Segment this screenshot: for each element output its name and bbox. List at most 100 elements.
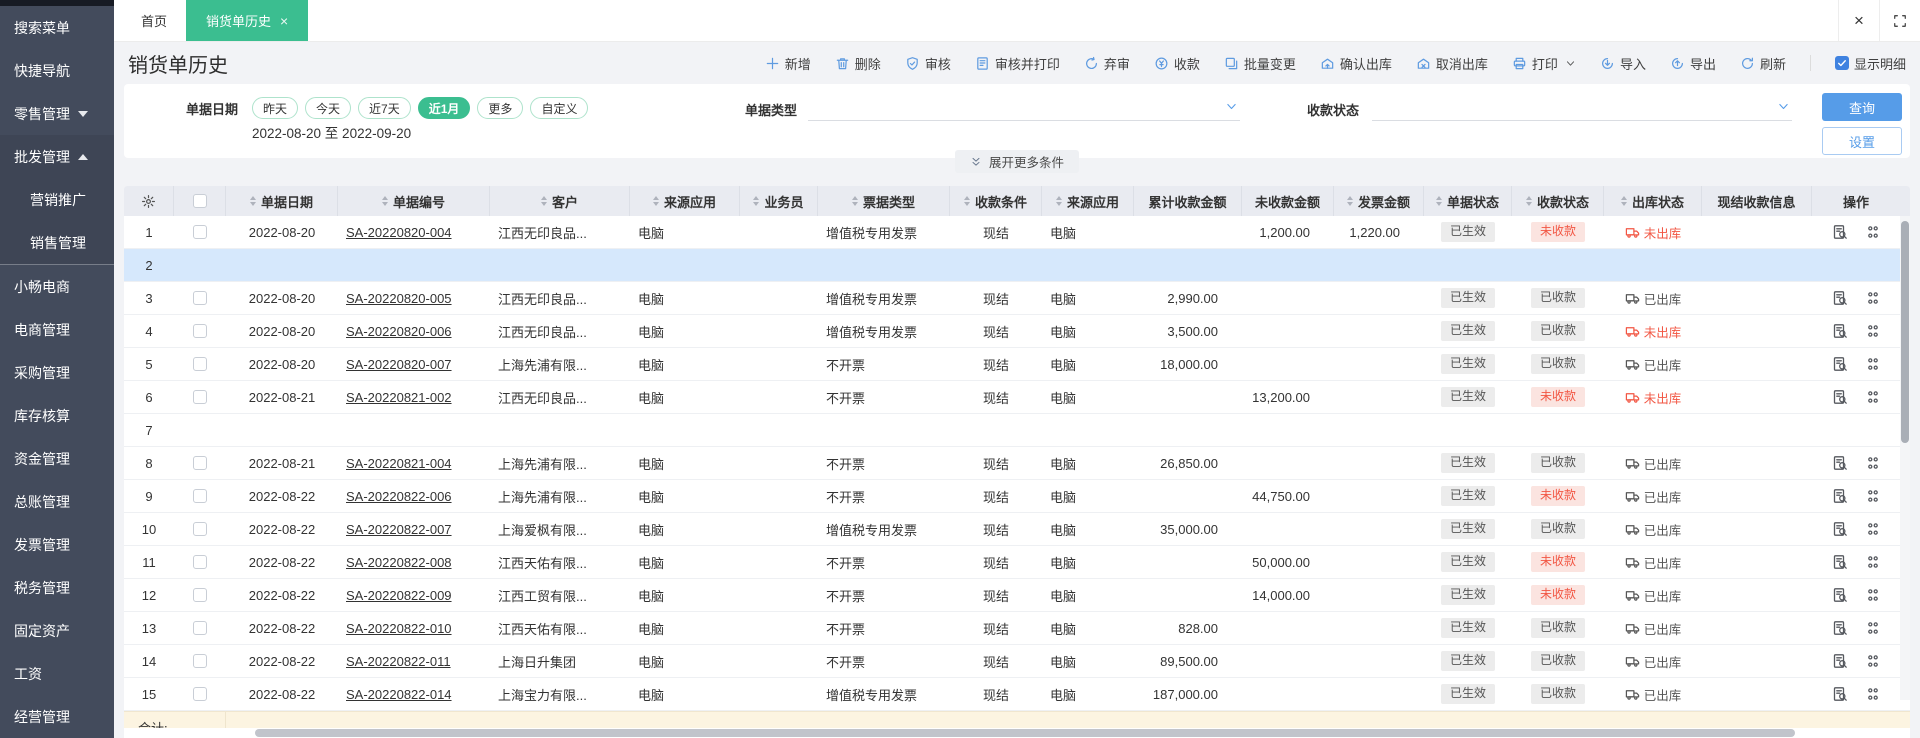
- table-row-2[interactable]: 2: [124, 249, 1910, 282]
- sort-icon[interactable]: [1055, 196, 1062, 206]
- row-checkbox[interactable]: [193, 654, 207, 668]
- select-all-checkbox[interactable]: [192, 194, 207, 208]
- doc-number-link[interactable]: SA-20220822-007: [346, 522, 452, 537]
- date-pill-近1月[interactable]: 近1月: [417, 97, 471, 119]
- table-row-13[interactable]: 13 2022-08-22 SA-20220822-010 江西天佑有限... 电脑 不开…: [124, 612, 1910, 645]
- row-checkbox[interactable]: [193, 324, 207, 338]
- doc-number-link[interactable]: SA-20220820-004: [346, 225, 452, 240]
- tab-close-icon[interactable]: ×: [280, 14, 288, 28]
- date-pill-今天[interactable]: 今天: [305, 97, 352, 119]
- sort-icon[interactable]: [753, 196, 760, 206]
- table-row-14[interactable]: 14 2022-08-22 SA-20220822-011 上海日升集团 电脑 不开票 现结…: [124, 645, 1910, 678]
- column-header-收款状态[interactable]: 收款状态: [1512, 186, 1604, 216]
- search-button[interactable]: 查询: [1822, 93, 1902, 121]
- sidebar-item-18[interactable]: 经营管理: [0, 695, 114, 738]
- preview-icon[interactable]: [1832, 356, 1848, 372]
- more-actions-icon[interactable]: [1865, 323, 1881, 339]
- table-row-7[interactable]: 7: [124, 414, 1910, 447]
- confirm_out-button[interactable]: 确认出库: [1320, 54, 1392, 73]
- sidebar-item-10[interactable]: 采购管理: [0, 351, 114, 394]
- doc-number-link[interactable]: SA-20220821-004: [346, 456, 452, 471]
- sidebar-item-9[interactable]: 电商管理: [0, 308, 114, 351]
- pay-status-select[interactable]: [1372, 92, 1792, 121]
- row-checkbox[interactable]: [193, 225, 207, 239]
- preview-icon[interactable]: [1832, 587, 1848, 603]
- abandon-button[interactable]: 弃审: [1084, 54, 1130, 73]
- more-actions-icon[interactable]: [1865, 653, 1881, 669]
- doc-number-link[interactable]: SA-20220820-006: [346, 324, 452, 339]
- sort-icon[interactable]: [249, 196, 256, 206]
- sidebar-item-8[interactable]: 小畅电商: [0, 265, 114, 308]
- export-button[interactable]: 导出: [1670, 54, 1716, 73]
- table-row-15[interactable]: 15 2022-08-22 SA-20220822-014 上海宝力有限... 电脑 增值…: [124, 678, 1910, 711]
- sort-icon[interactable]: [963, 196, 970, 206]
- column-header-发票金额[interactable]: 发票金额: [1334, 186, 1424, 216]
- horizontal-scrollbar[interactable]: [124, 728, 1910, 738]
- collect-button[interactable]: 收款: [1154, 54, 1200, 73]
- doc-number-link[interactable]: SA-20220822-011: [346, 654, 451, 669]
- sort-icon[interactable]: [1525, 196, 1532, 206]
- preview-icon[interactable]: [1832, 224, 1848, 240]
- sidebar-item-17[interactable]: 工资: [0, 652, 114, 695]
- preview-icon[interactable]: [1832, 389, 1848, 405]
- column-header-出库状态[interactable]: 出库状态: [1604, 186, 1702, 216]
- tab-sales-history[interactable]: 销货单历史 ×: [186, 0, 309, 41]
- row-checkbox[interactable]: [193, 555, 207, 569]
- batch-button[interactable]: 批量变更: [1224, 54, 1296, 73]
- table-row-10[interactable]: 10 2022-08-22 SA-20220822-007 上海爱枫有限... 电脑 增值…: [124, 513, 1910, 546]
- preview-icon[interactable]: [1832, 686, 1848, 702]
- table-row-6[interactable]: 6 2022-08-21 SA-20220821-002 江西无印良品... 电脑 不开票…: [124, 381, 1910, 414]
- close-icon[interactable]: ×: [1838, 0, 1879, 41]
- table-row-3[interactable]: 3 2022-08-20 SA-20220820-005 江西无印良品... 电脑 增值税…: [124, 282, 1910, 315]
- sidebar-item-14[interactable]: 发票管理: [0, 523, 114, 566]
- sort-icon[interactable]: [1346, 196, 1353, 206]
- sidebar-item-16[interactable]: 固定资产: [0, 609, 114, 652]
- row-checkbox[interactable]: [193, 291, 207, 305]
- sidebar-item-15[interactable]: 税务管理: [0, 566, 114, 609]
- sort-icon[interactable]: [540, 196, 547, 206]
- row-checkbox[interactable]: [193, 390, 207, 404]
- row-checkbox[interactable]: [193, 489, 207, 503]
- doc-number-link[interactable]: SA-20220821-002: [346, 390, 452, 405]
- cancel_out-button[interactable]: 取消出库: [1416, 54, 1488, 73]
- doc-number-link[interactable]: SA-20220822-010: [346, 621, 452, 636]
- row-checkbox[interactable]: [193, 687, 207, 701]
- sidebar-item-6[interactable]: 销售管理: [0, 221, 114, 264]
- more-actions-icon[interactable]: [1865, 521, 1881, 537]
- doc-number-link[interactable]: SA-20220820-005: [346, 291, 452, 306]
- more-actions-icon[interactable]: [1865, 455, 1881, 471]
- show-detail-toggle[interactable]: 显示明细: [1834, 54, 1906, 73]
- table-row-4[interactable]: 4 2022-08-20 SA-20220820-006 江西无印良品... 电脑 增值税…: [124, 315, 1910, 348]
- sidebar-item-3[interactable]: 零售管理: [0, 92, 114, 135]
- doc-number-link[interactable]: SA-20220822-006: [346, 489, 452, 504]
- doc-number-link[interactable]: SA-20220822-008: [346, 555, 452, 570]
- row-checkbox[interactable]: [193, 357, 207, 371]
- sidebar-item-13[interactable]: 总账管理: [0, 480, 114, 523]
- more-actions-icon[interactable]: [1865, 356, 1881, 372]
- doc-number-link[interactable]: SA-20220820-007: [346, 357, 452, 372]
- row-checkbox[interactable]: [193, 456, 207, 470]
- table-row-1[interactable]: 1 2022-08-20 SA-20220820-004 江西无印良品... 电脑 增值税…: [124, 216, 1910, 249]
- horizontal-scrollbar-thumb[interactable]: [255, 729, 1795, 737]
- sort-icon[interactable]: [381, 196, 388, 206]
- doc-type-select[interactable]: [808, 92, 1240, 121]
- more-actions-icon[interactable]: [1865, 587, 1881, 603]
- select-all-header[interactable]: [174, 186, 226, 216]
- table-row-5[interactable]: 5 2022-08-20 SA-20220820-007 上海先浦有限... 电脑 不开票…: [124, 348, 1910, 381]
- audit_print-button[interactable]: 审核并打印: [975, 54, 1060, 73]
- doc-number-link[interactable]: SA-20220822-009: [346, 588, 452, 603]
- more-actions-icon[interactable]: [1865, 389, 1881, 405]
- fullscreen-icon[interactable]: [1879, 0, 1920, 41]
- vertical-scrollbar[interactable]: [1900, 216, 1910, 700]
- sort-icon[interactable]: [851, 196, 858, 206]
- sort-icon[interactable]: [1620, 196, 1627, 206]
- refresh-button[interactable]: 刷新: [1740, 54, 1786, 73]
- preview-icon[interactable]: [1832, 620, 1848, 636]
- column-header-业务员[interactable]: 业务员: [740, 186, 818, 216]
- settings-button[interactable]: 设置: [1822, 127, 1902, 155]
- vertical-scrollbar-thumb[interactable]: [1901, 221, 1909, 443]
- column-header-客户[interactable]: 客户: [490, 186, 630, 216]
- print-button[interactable]: 打印: [1512, 54, 1576, 73]
- checkbox-checked-icon[interactable]: [1834, 56, 1849, 70]
- table-row-12[interactable]: 12 2022-08-22 SA-20220822-009 江西工贸有限... 电脑 不开…: [124, 579, 1910, 612]
